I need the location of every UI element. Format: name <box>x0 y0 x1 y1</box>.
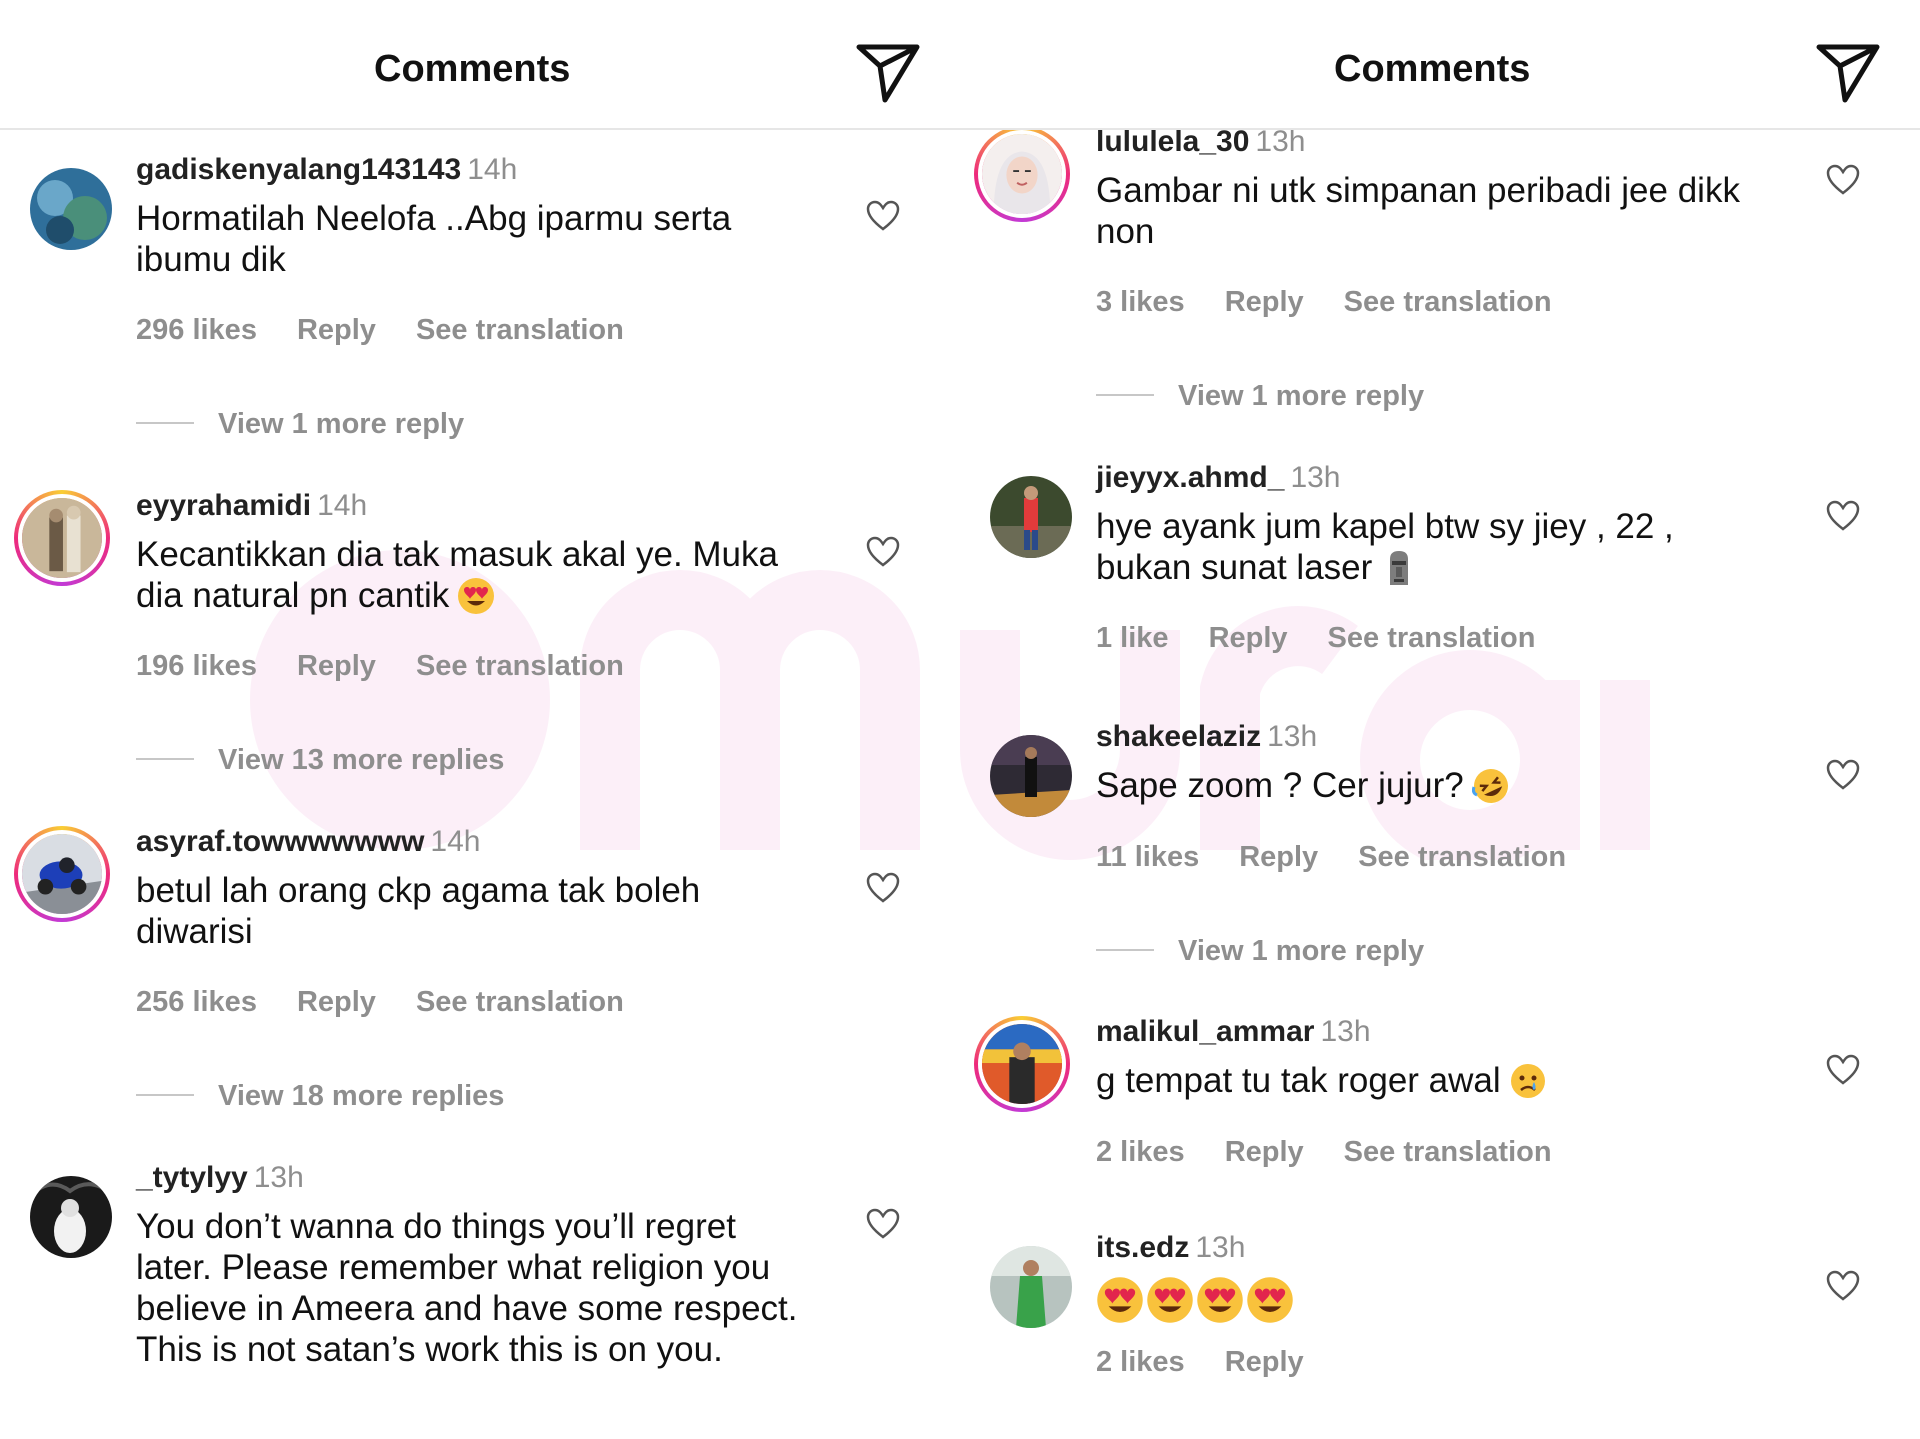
heart-icon[interactable] <box>866 872 900 904</box>
avatar[interactable] <box>990 476 1072 558</box>
reply-button[interactable]: Reply <box>297 314 376 346</box>
heart-icon[interactable] <box>866 1208 900 1240</box>
comment-time: 14h <box>467 153 518 186</box>
comment-username[interactable]: gadiskenyalang143143 <box>136 153 461 186</box>
avatar[interactable] <box>14 826 110 922</box>
heart-eyes-emoji <box>1196 1276 1244 1324</box>
comment-time: 14h <box>317 489 368 522</box>
view-replies-label: View 18 more replies <box>218 1080 505 1112</box>
comment-time: 13h <box>1267 720 1318 753</box>
comment-username[interactable]: its.edz <box>1096 1231 1189 1264</box>
likes-count[interactable]: 2 likes <box>1096 1136 1185 1168</box>
likes-count[interactable]: 196 likes <box>136 650 257 682</box>
see-translation-button[interactable]: See translation <box>1358 841 1566 873</box>
view-replies-label: View 13 more replies <box>218 744 505 776</box>
comment-text: Gambar ni utk simpanan peribadi jee dikk… <box>1096 171 1740 251</box>
likes-count[interactable]: 296 likes <box>136 314 257 346</box>
reply-button[interactable]: Reply <box>297 986 376 1018</box>
likes-count[interactable]: 1 like <box>1096 622 1169 654</box>
comment-text: Sape zoom ? Cer jujur? <box>1096 766 1464 805</box>
comment-time: 13h <box>253 1161 304 1194</box>
comment-text <box>1096 1276 1776 1325</box>
heart-icon[interactable] <box>866 536 900 568</box>
heart-eyes-emoji <box>1096 1276 1144 1324</box>
view-replies-button[interactable]: View 1 more reply <box>1096 935 1424 968</box>
heart-icon[interactable] <box>1826 500 1860 532</box>
divider <box>1096 394 1154 397</box>
view-replies-label: View 1 more reply <box>218 408 465 440</box>
view-replies-label: View 1 more reply <box>1178 935 1425 967</box>
comment-time: 13h <box>1320 1015 1371 1048</box>
heart-icon[interactable] <box>1826 1054 1860 1086</box>
view-replies-button[interactable]: View 13 more replies <box>136 744 504 777</box>
view-replies-button[interactable]: View 1 more reply <box>1096 380 1424 413</box>
see-translation-button[interactable]: See translation <box>416 314 624 346</box>
view-replies-button[interactable]: View 1 more reply <box>136 408 464 441</box>
comment-username[interactable]: asyraf.towwwwwww <box>136 825 424 858</box>
comment-text: You don’t wanna do things you’ll regret … <box>136 1207 798 1369</box>
page-title: Comments <box>374 48 571 90</box>
reply-button[interactable]: Reply <box>1225 286 1304 318</box>
likes-count[interactable]: 2 likes <box>1096 1346 1185 1378</box>
comment-username[interactable]: malikul_ammar <box>1096 1015 1314 1048</box>
paper-plane-icon[interactable] <box>855 42 921 104</box>
comment-username[interactable]: shakeelaziz <box>1096 720 1261 753</box>
comment-username[interactable]: eyyrahamidi <box>136 489 311 522</box>
rofl-emoji <box>1471 767 1510 805</box>
likes-count[interactable]: 11 likes <box>1096 841 1199 873</box>
heart-icon[interactable] <box>866 200 900 232</box>
comment-text: Hormatilah Neelofa ..Abg iparmu serta ib… <box>136 199 732 279</box>
view-replies-label: View 1 more reply <box>1178 380 1425 412</box>
reply-button[interactable]: Reply <box>1209 622 1288 654</box>
heart-icon[interactable] <box>1826 164 1860 196</box>
view-replies-button[interactable]: View 18 more replies <box>136 1080 504 1113</box>
comment-text: g tempat tu tak roger awal <box>1096 1061 1501 1100</box>
reply-button[interactable]: Reply <box>1225 1136 1304 1168</box>
heart-icon[interactable] <box>1826 1270 1860 1302</box>
see-translation-button[interactable]: See translation <box>416 650 624 682</box>
heart-eyes-emoji <box>1146 1276 1194 1324</box>
comment-text: betul lah orang ckp agama tak boleh diwa… <box>136 871 701 951</box>
comment-time: 14h <box>430 825 481 858</box>
comments-header: Comments <box>0 0 960 130</box>
avatar[interactable] <box>990 1246 1072 1328</box>
heart-eyes-emoji <box>1246 1276 1294 1324</box>
see-translation-button[interactable]: See translation <box>1344 286 1552 318</box>
comment-time: 13h <box>1195 1231 1246 1264</box>
divider <box>136 758 194 761</box>
reply-button[interactable]: Reply <box>297 650 376 682</box>
see-translation-button[interactable]: See translation <box>1328 622 1536 654</box>
moai-emoji <box>1380 549 1418 587</box>
comment-time: 13h <box>1290 461 1341 494</box>
avatar[interactable] <box>30 168 112 250</box>
see-translation-button[interactable]: See translation <box>1344 1136 1552 1168</box>
heart-eyes-emoji <box>457 577 495 615</box>
avatar[interactable] <box>974 126 1070 222</box>
paper-plane-icon[interactable] <box>1815 42 1881 104</box>
see-translation-button[interactable]: See translation <box>416 986 624 1018</box>
crying-face-emoji <box>1509 1062 1547 1100</box>
avatar[interactable] <box>14 490 110 586</box>
likes-count[interactable]: 3 likes <box>1096 286 1185 318</box>
reply-button[interactable]: Reply <box>1239 841 1318 873</box>
comments-header: Comments <box>960 0 1920 130</box>
divider <box>1096 949 1154 952</box>
likes-count[interactable]: 256 likes <box>136 986 257 1018</box>
page-title: Comments <box>1334 48 1531 90</box>
avatar[interactable] <box>30 1176 112 1258</box>
comment-username[interactable]: jieyyx.ahmd_ <box>1096 461 1284 494</box>
avatar[interactable] <box>974 1016 1070 1112</box>
divider <box>136 422 194 425</box>
avatar[interactable] <box>990 735 1072 817</box>
divider <box>136 1094 194 1097</box>
reply-button[interactable]: Reply <box>1225 1346 1304 1378</box>
heart-icon[interactable] <box>1826 759 1860 791</box>
comment-username[interactable]: _tytylyy <box>136 1161 248 1194</box>
